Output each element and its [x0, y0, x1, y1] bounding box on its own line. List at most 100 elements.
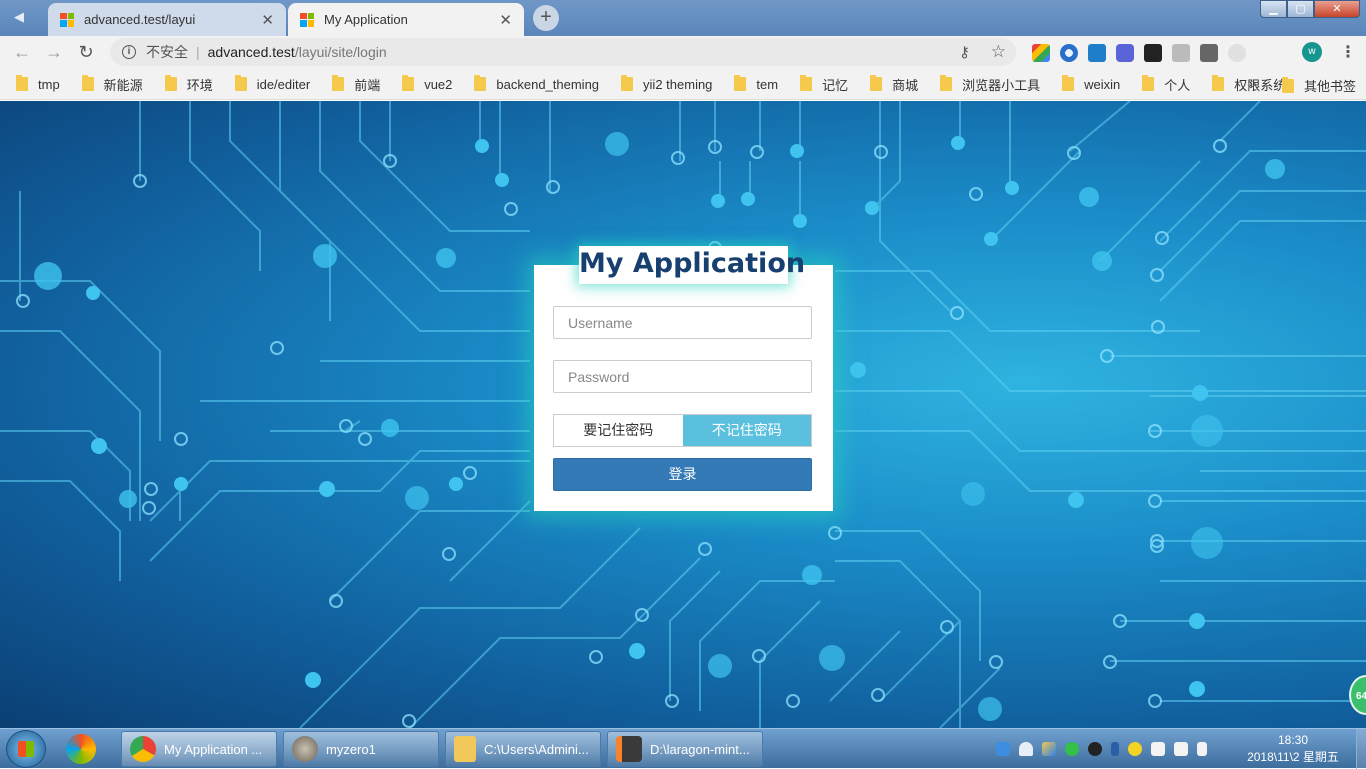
tray-device-icon[interactable]: [1174, 742, 1188, 756]
bookmark-folder[interactable]: backend_theming: [474, 75, 599, 92]
close-tab-icon[interactable]: ✕: [261, 11, 274, 29]
taskbar-item-label: myzero1: [326, 741, 376, 757]
browser-menu-icon[interactable]: ⋮: [1340, 42, 1356, 62]
bookmark-folder[interactable]: tmp: [16, 75, 60, 92]
folder-icon: [1142, 75, 1155, 91]
bookmarks-overflow-icon[interactable]: »: [1248, 75, 1256, 92]
close-tab-icon[interactable]: ✕: [499, 11, 512, 29]
bookmark-folder[interactable]: yii2 theming: [621, 75, 712, 92]
extension-mask-icon[interactable]: [1144, 44, 1162, 62]
reload-icon[interactable]: ↻: [70, 42, 102, 63]
tray-colorful-icon[interactable]: [1042, 742, 1056, 756]
window-controls: ▁ ▢ ✕: [1260, 0, 1360, 18]
password-input[interactable]: [553, 360, 812, 393]
folder-icon: [474, 75, 487, 91]
folder-icon: [800, 75, 813, 91]
close-window-button[interactable]: ✕: [1314, 0, 1360, 18]
remember-password-option[interactable]: 要记住密码: [554, 415, 683, 446]
forward-icon[interactable]: →: [38, 42, 70, 63]
chrome-icon: [130, 736, 156, 762]
audio-mute-icon[interactable]: ◀: [14, 9, 24, 25]
pinned-app-icon[interactable]: [66, 734, 96, 764]
clock-date: 2018\11\2 星期五: [1247, 750, 1339, 764]
extension-colorful-icon[interactable]: [1032, 44, 1050, 62]
extension-qr-icon[interactable]: [1200, 44, 1218, 62]
folder-icon: [402, 75, 415, 91]
favicon-icon: [300, 12, 314, 27]
other-bookmarks-folder[interactable]: 其他书签: [1282, 76, 1356, 95]
taskbar-item-chrome[interactable]: My Application ...: [121, 731, 277, 767]
login-title: My Application: [579, 246, 805, 284]
maximize-button[interactable]: ▢: [1287, 0, 1314, 18]
notification-bell-icon[interactable]: [1019, 742, 1033, 756]
tab-my-application[interactable]: My Application ✕: [288, 3, 524, 36]
back-icon[interactable]: ←: [6, 42, 38, 63]
clock-time: 18:30: [1277, 733, 1309, 747]
taskbar-item-label: D:\laragon-mint...: [650, 741, 750, 757]
bookmark-folder[interactable]: tem: [734, 75, 778, 92]
taskbar-item-label: C:\Users\Admini...: [484, 741, 589, 757]
login-button[interactable]: 登录: [553, 458, 812, 491]
login-page: My Application 要记住密码 不记住密码 登录 64: [0, 101, 1366, 728]
address-bar[interactable]: i 不安全 | advanced.test/layui/site/login ⚷…: [110, 38, 1016, 66]
folder-icon: [16, 75, 28, 91]
bookmark-folder[interactable]: 前端: [332, 75, 380, 94]
extension-grey-icon[interactable]: [1172, 44, 1190, 62]
minimize-button[interactable]: ▁: [1260, 0, 1287, 18]
taskbar-item-sublime[interactable]: D:\laragon-mint...: [607, 731, 763, 767]
new-tab-button[interactable]: +: [533, 5, 559, 31]
taskbar-item-myzero1[interactable]: myzero1: [283, 731, 439, 767]
volume-icon[interactable]: [1197, 742, 1207, 756]
profile-avatar[interactable]: w: [1302, 42, 1322, 62]
tab-advanced-test[interactable]: advanced.test/layui ✕: [48, 3, 286, 36]
start-button[interactable]: [6, 730, 46, 768]
app-icon: [292, 736, 318, 762]
extension-cloud-icon[interactable]: [1228, 44, 1246, 62]
site-info-icon[interactable]: i: [122, 45, 136, 59]
favicon-icon: [60, 12, 74, 27]
forget-password-option[interactable]: 不记住密码: [682, 415, 811, 446]
wechat-icon[interactable]: [1065, 742, 1079, 756]
folder-icon: [81, 75, 94, 91]
url-path: /layui/site/login: [294, 44, 387, 60]
show-desktop-button[interactable]: [1356, 729, 1366, 769]
folder-icon: [940, 75, 953, 91]
folder-icon: [454, 736, 476, 762]
extension-r-icon[interactable]: [1116, 44, 1134, 62]
bookmark-folder[interactable]: weixin: [1062, 75, 1120, 92]
bookmark-folder[interactable]: ide/editer: [234, 75, 310, 92]
bookmarks-bar: tmp 新能源 环境 ide/editer 前端 vue2 backend_th…: [0, 69, 1366, 100]
tab-title: advanced.test/layui: [84, 12, 196, 27]
security-label: 不安全: [146, 44, 188, 60]
folder-icon: [1062, 75, 1075, 91]
network-icon[interactable]: [1151, 742, 1165, 756]
bookmark-folder[interactable]: 新能源: [81, 75, 143, 94]
bookmark-folder[interactable]: 浏览器小工具: [940, 75, 1040, 94]
folder-icon: [734, 75, 747, 91]
browser-tab-bar: ◀ advanced.test/layui ✕ My Application ✕…: [0, 0, 1366, 36]
bookmark-folder[interactable]: 环境: [164, 75, 213, 94]
taskbar: My Application ... myzero1 C:\Users\Admi…: [0, 728, 1366, 769]
system-clock[interactable]: 18:30 2018\11\2 星期五: [1240, 732, 1346, 766]
extension-y-icon[interactable]: [1088, 44, 1106, 62]
sublime-icon: [616, 736, 642, 762]
tray-app-icon[interactable]: [996, 742, 1010, 756]
qq-icon[interactable]: [1088, 742, 1102, 756]
password-key-icon[interactable]: ⚷: [959, 43, 970, 61]
url-separator: |: [196, 44, 200, 60]
remember-password-toggle: 要记住密码 不记住密码: [553, 414, 812, 447]
folder-icon: [621, 75, 634, 91]
username-input[interactable]: [553, 306, 812, 339]
extension-globe-icon[interactable]: [1060, 44, 1078, 62]
taskbar-item-explorer[interactable]: C:\Users\Admini...: [445, 731, 601, 767]
bluetooth-icon[interactable]: [1111, 742, 1119, 756]
bookmark-folder[interactable]: 记忆: [800, 75, 848, 94]
bookmark-star-icon[interactable]: ☆: [991, 42, 1006, 62]
bookmark-folder[interactable]: 个人: [1142, 75, 1190, 94]
folder-icon: [234, 75, 247, 91]
tray-plus-icon[interactable]: [1128, 742, 1142, 756]
bookmark-folder[interactable]: 商城: [870, 75, 918, 94]
bookmark-folder[interactable]: vue2: [402, 75, 452, 92]
folder-icon: [164, 75, 177, 91]
extension-icons: [1032, 44, 1246, 62]
